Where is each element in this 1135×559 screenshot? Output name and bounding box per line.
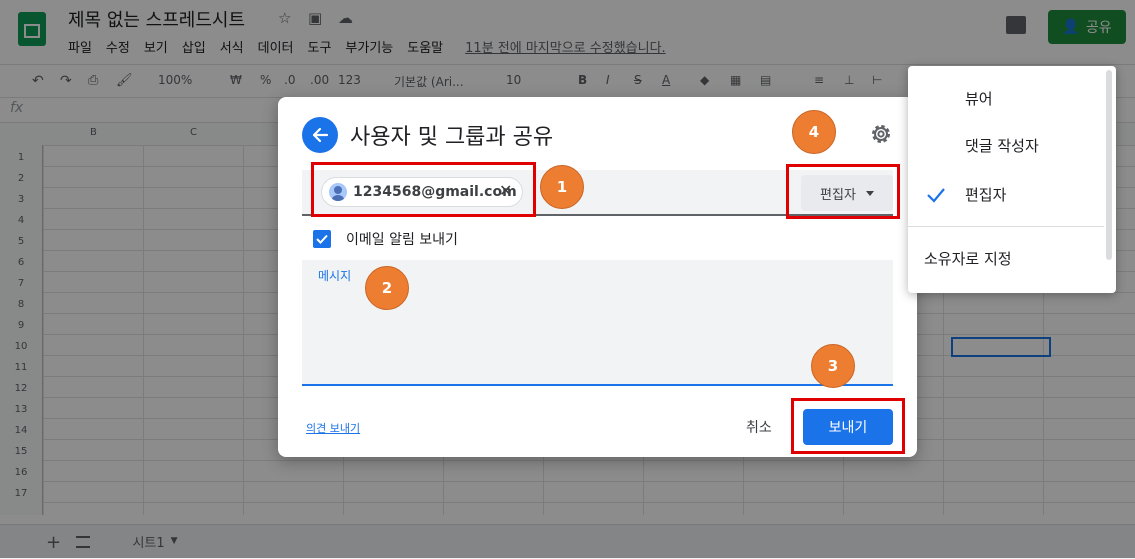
annotation-box-3 [791, 398, 905, 454]
annotation-box-1 [311, 162, 536, 217]
notify-checkbox[interactable] [313, 230, 331, 248]
message-label: 메시지 [318, 269, 352, 283]
step-marker-1: 1 [540, 165, 584, 209]
step-marker-3: 3 [811, 344, 855, 388]
settings-button[interactable] [868, 121, 894, 147]
menu-item-commenter[interactable]: 댓글 작성자 [965, 135, 1039, 156]
step-marker-2: 2 [365, 266, 409, 310]
step-marker-4: 4 [792, 110, 836, 154]
gear-icon [872, 125, 890, 143]
menu-divider [908, 226, 1104, 227]
back-button[interactable] [302, 117, 338, 153]
annotation-box-4 [786, 164, 900, 219]
check-icon [927, 188, 945, 203]
arrow-left-icon [312, 127, 329, 143]
menu-item-make-owner[interactable]: 소유자로 지정 [924, 248, 1012, 269]
menu-scrollbar[interactable] [1106, 70, 1112, 260]
notify-label: 이메일 알림 보내기 [346, 232, 458, 248]
menu-item-editor[interactable]: 편집자 [965, 184, 1006, 205]
dialog-title: 사용자 및 그룹과 공유 [350, 125, 554, 150]
menu-item-viewer[interactable]: 뷰어 [965, 88, 993, 109]
checkmark-icon [316, 234, 328, 244]
feedback-link[interactable]: 의견 보내기 [306, 420, 360, 436]
cancel-button[interactable]: 취소 [746, 417, 772, 437]
